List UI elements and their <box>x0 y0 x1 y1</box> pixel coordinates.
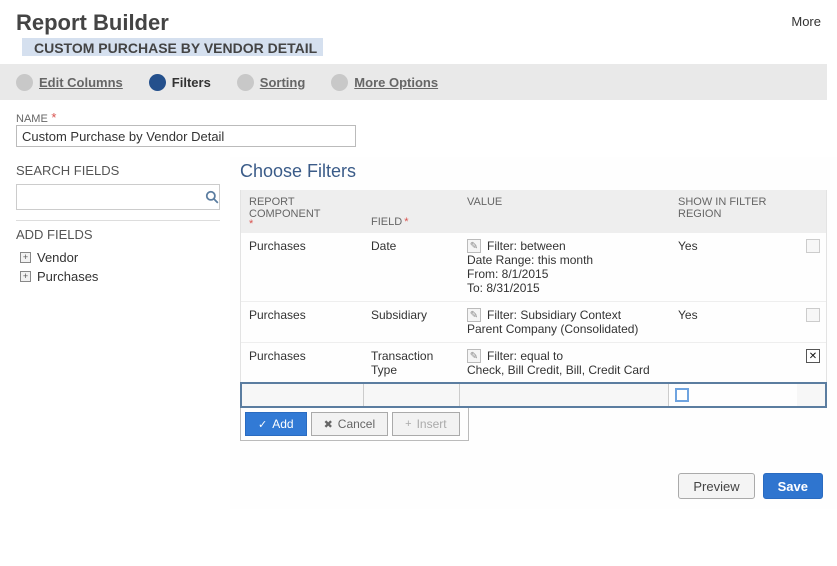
wizard-step-edit-columns[interactable]: Edit Columns <box>16 74 123 91</box>
value-line: To: 8/31/2015 <box>467 281 662 295</box>
search-icon <box>205 190 219 204</box>
wizard-dot-icon <box>149 74 166 91</box>
row-handle-icon <box>806 308 820 322</box>
cell-delete <box>798 233 826 301</box>
insert-row-label: Insert <box>417 417 447 431</box>
close-icon: ✖ <box>324 418 333 431</box>
cell-delete <box>798 302 826 342</box>
preview-button[interactable]: Preview <box>678 473 754 499</box>
search-fields-label: SEARCH FIELDS <box>16 163 220 178</box>
cell-report-component: Purchases <box>241 302 363 342</box>
cell-value: ✎ Filter: equal toCheck, Bill Credit, Bil… <box>459 343 670 383</box>
cell-value: ✎ Filter: betweenDate Range: this monthFr… <box>459 233 670 301</box>
add-field-item[interactable]: + Purchases <box>16 267 220 286</box>
filter-row[interactable]: PurchasesSubsidiary ✎ Filter: Subsidiary C… <box>241 301 826 342</box>
field-item-label: Vendor <box>37 250 78 265</box>
col-header-show-in-filter: SHOW IN FILTER REGION <box>678 196 766 220</box>
cancel-row-button[interactable]: ✖ Cancel <box>311 412 389 436</box>
report-name-input[interactable] <box>16 125 356 147</box>
input-value[interactable] <box>460 384 668 406</box>
cell-delete: ✕ <box>798 343 826 383</box>
wizard-step-sorting[interactable]: Sorting <box>237 74 306 91</box>
cell-show-in-filter: Yes <box>670 233 798 301</box>
show-in-filter-checkbox[interactable] <box>675 388 689 402</box>
cell-value: ✎ Filter: Subsidiary ContextParent Compan… <box>459 302 670 342</box>
cell-report-component: Purchases <box>241 343 363 383</box>
value-line: Check, Bill Credit, Bill, Credit Card <box>467 363 662 377</box>
cell-report-component: Purchases <box>241 233 363 301</box>
save-button[interactable]: Save <box>763 473 823 499</box>
choose-filters-title: Choose Filters <box>240 161 827 182</box>
cell-field: Date <box>363 233 459 301</box>
add-fields-label: ADD FIELDS <box>16 227 220 242</box>
wizard-step-label: Edit Columns <box>39 75 123 90</box>
value-line: Filter: between <box>487 239 566 253</box>
input-report-component[interactable] <box>242 384 363 406</box>
insert-row-button[interactable]: + Insert <box>392 412 459 436</box>
col-header-value: VALUE <box>467 196 502 208</box>
page-title: Report Builder <box>16 10 169 36</box>
wizard-bar: Edit Columns Filters Sorting More Option… <box>0 64 827 100</box>
col-header-report-component: REPORT COMPONENT <box>249 196 355 220</box>
cell-show-in-filter <box>670 343 798 383</box>
check-icon: ✓ <box>258 418 267 431</box>
wizard-step-label: Sorting <box>260 75 306 90</box>
filters-table: REPORT COMPONENT * FIELD * VALUE SHOW IN… <box>240 190 827 408</box>
search-field-wrapper <box>16 184 220 210</box>
col-header-field: FIELD <box>371 216 402 228</box>
wizard-step-label: Filters <box>172 75 211 90</box>
delete-row-icon[interactable]: ✕ <box>806 349 820 363</box>
required-star-icon: * <box>51 110 56 125</box>
value-line: Filter: Subsidiary Context <box>487 308 621 322</box>
cancel-row-label: Cancel <box>338 417 375 431</box>
wizard-step-more-options[interactable]: More Options <box>331 74 438 91</box>
value-line: From: 8/1/2015 <box>467 267 662 281</box>
cell-field: Subsidiary <box>363 302 459 342</box>
wizard-dot-icon <box>16 74 33 91</box>
filter-row[interactable]: PurchasesDate ✎ Filter: betweenDate Range:… <box>241 232 826 301</box>
value-line: Filter: equal to <box>487 349 563 363</box>
expand-icon: + <box>20 252 31 263</box>
add-row-button[interactable]: ✓ Add <box>245 412 307 436</box>
row-action-buttons: ✓ Add ✖ Cancel + Insert <box>240 408 469 441</box>
wizard-dot-icon <box>331 74 348 91</box>
add-field-item[interactable]: + Vendor <box>16 248 220 267</box>
filter-input-row <box>240 382 827 408</box>
edit-filter-icon[interactable]: ✎ <box>467 239 481 253</box>
report-subtitle: CUSTOM PURCHASE BY VENDOR DETAIL <box>22 38 323 56</box>
edit-filter-icon[interactable]: ✎ <box>467 349 481 363</box>
search-button[interactable] <box>204 185 219 209</box>
value-line: Parent Company (Consolidated) <box>467 322 662 336</box>
wizard-dot-icon <box>237 74 254 91</box>
required-star-icon: * <box>249 220 355 228</box>
name-label: NAME <box>16 113 48 125</box>
add-row-label: Add <box>272 417 293 431</box>
required-star-icon: * <box>404 216 408 228</box>
field-item-label: Purchases <box>37 269 98 284</box>
wizard-step-filters[interactable]: Filters <box>149 74 211 91</box>
filter-row[interactable]: PurchasesTransaction Type ✎ Filter: equal … <box>241 342 826 383</box>
edit-filter-icon[interactable]: ✎ <box>467 308 481 322</box>
wizard-step-label: More Options <box>354 75 438 90</box>
plus-icon: + <box>405 418 411 430</box>
input-field[interactable] <box>364 384 459 406</box>
search-fields-input[interactable] <box>17 186 204 208</box>
row-handle-icon <box>806 239 820 253</box>
expand-icon: + <box>20 271 31 282</box>
more-link[interactable]: More <box>791 14 821 29</box>
cell-field: Transaction Type <box>363 343 459 383</box>
cell-show-in-filter: Yes <box>670 302 798 342</box>
value-line: Date Range: this month <box>467 253 662 267</box>
